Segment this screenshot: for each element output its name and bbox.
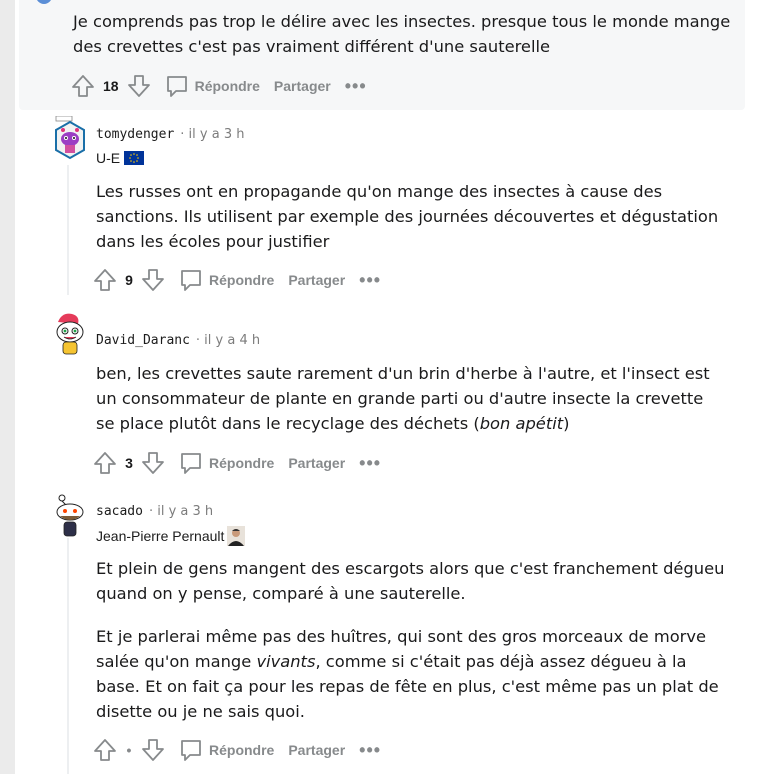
comment-bubble-icon xyxy=(181,453,201,474)
downvote-icon xyxy=(142,452,164,474)
flair-text: U-E xyxy=(96,150,121,166)
vote-score: 9 xyxy=(125,272,133,288)
thread-line xyxy=(67,165,69,295)
timestamp[interactable]: · il y a 4 h xyxy=(196,333,260,348)
reply-label: Répondre xyxy=(209,455,275,471)
comment-bubble-icon xyxy=(181,740,201,761)
share-button[interactable]: Partager xyxy=(274,78,331,94)
comment-body: Les russes ont en propagande qu'on mange… xyxy=(96,182,719,251)
downvote-button[interactable] xyxy=(141,738,165,762)
upvote-icon xyxy=(94,269,116,291)
comment-body-emphasis: bon apétit xyxy=(479,414,564,433)
comment-actions: 18 Répondre Partager ••• xyxy=(71,72,367,100)
share-label: Partager xyxy=(288,742,346,758)
upvote-button[interactable] xyxy=(93,268,117,292)
comment-body: Et plein de gens mangent des escargots a… xyxy=(96,559,725,603)
more-options-button[interactable]: ••• xyxy=(359,454,381,472)
upvote-button[interactable] xyxy=(93,738,117,762)
upvote-icon xyxy=(72,75,94,97)
snoo-avatar-icon xyxy=(56,494,84,537)
timestamp[interactable]: · il y a 3 h xyxy=(149,504,213,519)
comment-meta: tomydenger · il y a 3 h xyxy=(96,127,244,142)
flair-text: Jean-Pierre Pernault xyxy=(96,528,225,544)
more-options-button[interactable]: ••• xyxy=(359,741,381,759)
downvote-button[interactable] xyxy=(141,268,165,292)
reply-button[interactable]: Répondre xyxy=(165,74,260,98)
downvote-button[interactable] xyxy=(127,74,151,98)
left-rail xyxy=(0,0,15,774)
reply-label: Répondre xyxy=(194,78,260,94)
more-options-button[interactable]: ••• xyxy=(359,271,381,289)
comment-actions: 9 Répondre Partager ••• xyxy=(93,266,381,294)
vote-score: 3 xyxy=(125,455,133,471)
share-label: Partager xyxy=(288,272,346,288)
comment-meta: David_Daranc · il y a 4 h xyxy=(96,333,260,348)
reply-button[interactable]: Répondre xyxy=(179,268,274,292)
snoo-avatar-icon xyxy=(55,115,85,160)
vote-score: 18 xyxy=(103,78,119,94)
comment-body: ben, les crevettes saute rarement d'un b… xyxy=(96,361,726,436)
comment-body-text: ben, les crevettes saute rarement d'un b… xyxy=(96,364,710,433)
share-label: Partager xyxy=(288,455,346,471)
comment-body-emphasis: vivants xyxy=(256,652,316,671)
upvote-button[interactable] xyxy=(93,451,117,475)
reply-label: Répondre xyxy=(209,272,275,288)
comment-body: Je comprends pas trop le délire avec les… xyxy=(73,12,731,56)
portrait-icon xyxy=(227,526,246,546)
comment-body: Et je parlerai même pas des huîtres, qui… xyxy=(96,624,726,724)
avatar[interactable] xyxy=(52,494,88,537)
comment-meta: sacado · il y a 3 h xyxy=(96,504,213,519)
comment-body-text: ) xyxy=(563,414,570,433)
user-flair: U-E xyxy=(96,150,145,166)
share-button[interactable]: Partager xyxy=(288,272,345,288)
user-flair: Jean-Pierre Pernault xyxy=(96,526,246,546)
username[interactable]: David_Daranc xyxy=(96,333,190,348)
comment-actions: • Répondre Partager ••• xyxy=(93,736,381,764)
avatar[interactable] xyxy=(52,115,88,160)
more-options-button[interactable]: ••• xyxy=(345,77,367,95)
username[interactable]: sacado xyxy=(96,504,143,519)
eu-flag-icon xyxy=(124,151,145,165)
thread-line xyxy=(67,538,69,774)
upvote-icon xyxy=(94,452,116,474)
share-button[interactable]: Partager xyxy=(288,455,345,471)
reply-button[interactable]: Répondre xyxy=(179,738,274,762)
snoo-avatar-icon xyxy=(56,313,84,355)
username[interactable]: tomydenger xyxy=(96,127,174,142)
downvote-icon xyxy=(142,739,164,761)
vote-score: • xyxy=(126,742,132,758)
comment-bubble-icon xyxy=(181,270,201,291)
upvote-button[interactable] xyxy=(71,74,95,98)
downvote-button[interactable] xyxy=(141,451,165,475)
upvote-icon xyxy=(94,739,116,761)
share-button[interactable]: Partager xyxy=(288,742,345,758)
avatar[interactable] xyxy=(52,312,88,355)
timestamp[interactable]: · il y a 3 h xyxy=(180,127,244,142)
reply-label: Répondre xyxy=(209,742,275,758)
comment-actions: 3 Répondre Partager ••• xyxy=(93,449,381,477)
share-label: Partager xyxy=(273,78,331,94)
comment-bubble-icon xyxy=(166,76,187,97)
downvote-icon xyxy=(127,75,150,97)
reply-button[interactable]: Répondre xyxy=(179,451,274,475)
downvote-icon xyxy=(142,269,164,291)
